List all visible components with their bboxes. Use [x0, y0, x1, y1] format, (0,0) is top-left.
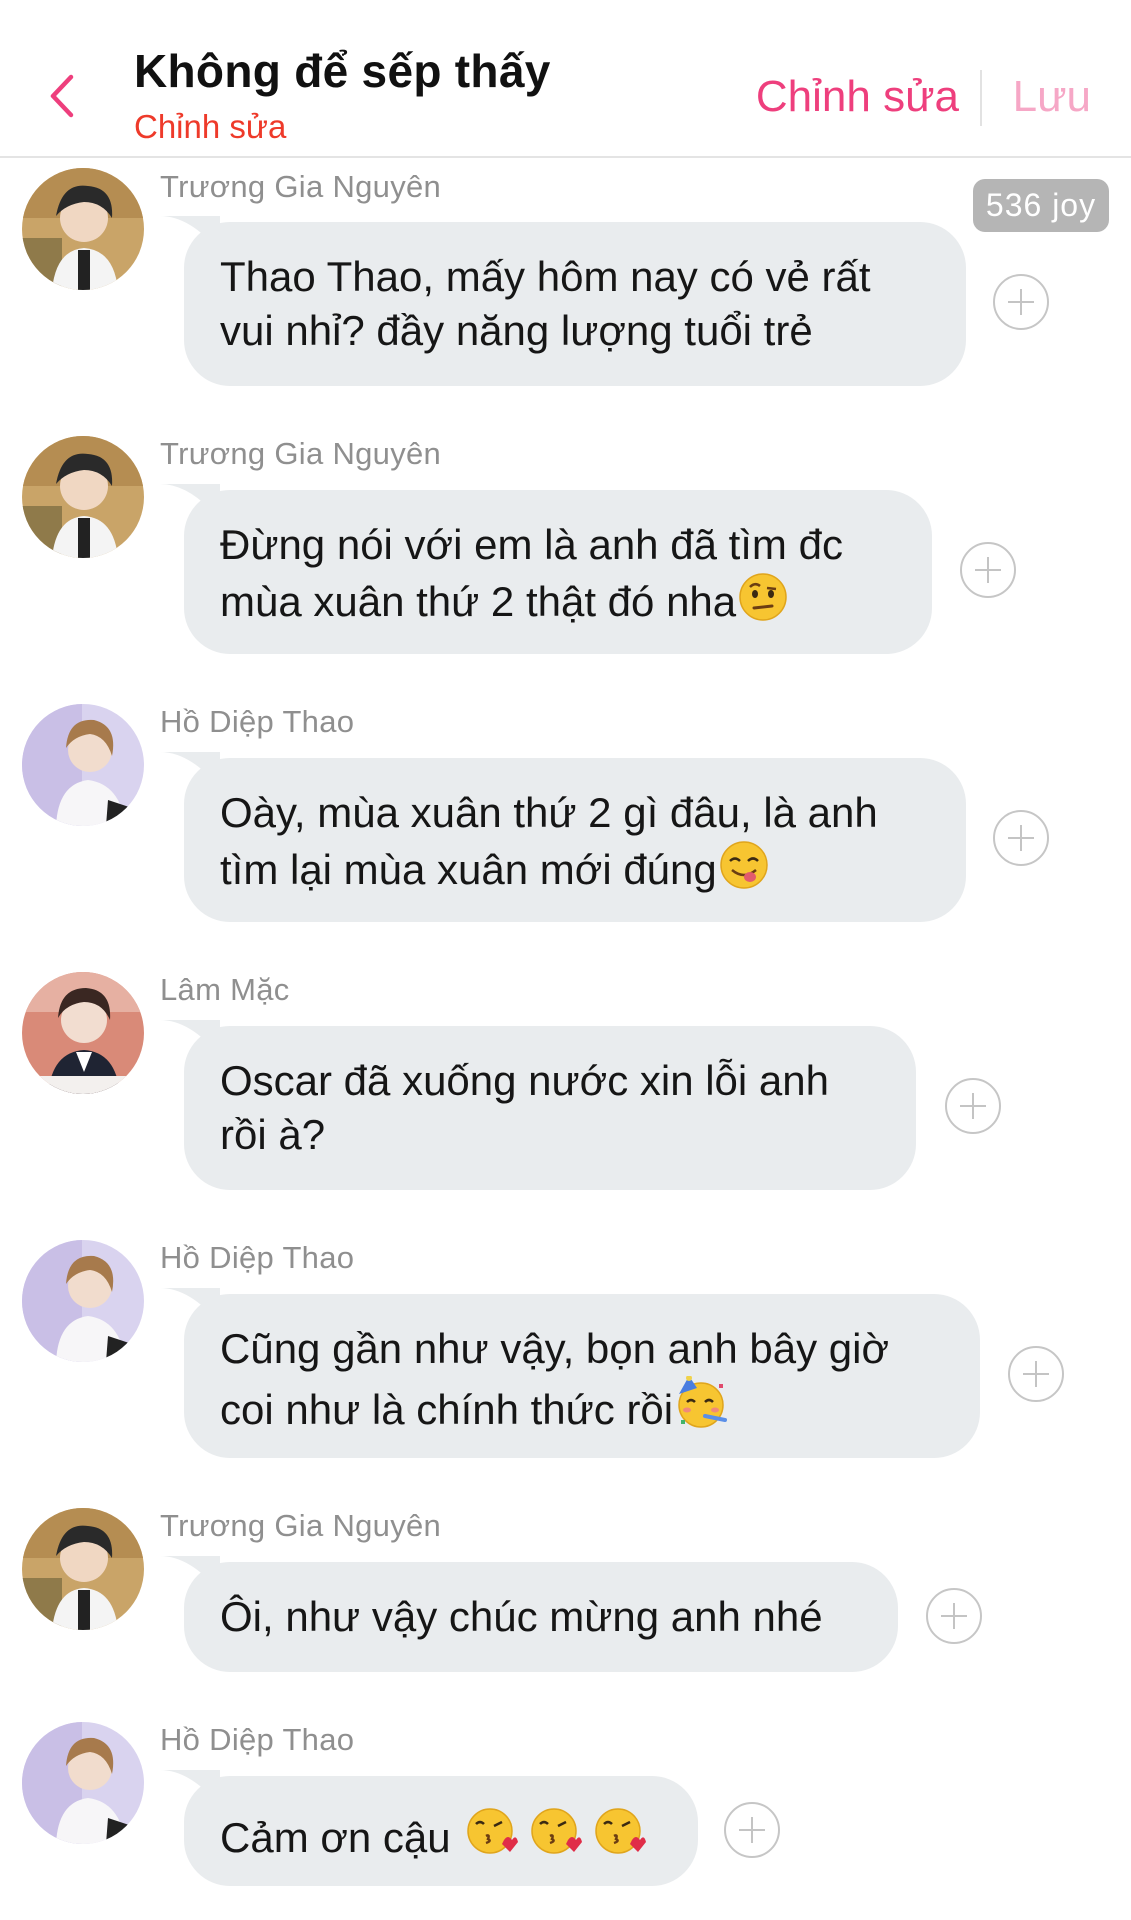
- add-reaction-button[interactable]: [1008, 1346, 1064, 1402]
- joy-count-badge: 536 joy: [973, 179, 1109, 232]
- message-bubble[interactable]: Cảm ơn cậu: [184, 1776, 698, 1886]
- message-bubble[interactable]: Đừng nói với em là anh đã tìm đc mùa xuâ…: [184, 490, 932, 654]
- sender-name: Trương Gia Nguyên: [160, 1508, 442, 1543]
- sender-name: Hồ Diệp Thao: [160, 704, 355, 739]
- top-bar: Không để sếp thấy Chỉnh sửa Chỉnh sửa Lư…: [0, 0, 1131, 158]
- add-reaction-button[interactable]: [960, 542, 1016, 598]
- message-text-line: rồi à?: [220, 1111, 326, 1158]
- add-reaction-button[interactable]: [926, 1588, 982, 1644]
- add-reaction-button[interactable]: [993, 810, 1049, 866]
- avatar[interactable]: [22, 972, 144, 1094]
- message-text-line: vui nhỉ? đầy năng lượng tuổi trẻ: [220, 307, 813, 354]
- message-text-line: Ôi, như vậy chúc mừng anh nhé: [220, 1593, 823, 1640]
- sender-name: Trương Gia Nguyên: [160, 169, 442, 204]
- message-text-line: Cũng gần như vậy, bọn anh bây giờ: [220, 1325, 890, 1372]
- message-bubble[interactable]: Oày, mùa xuân thứ 2 gì đâu, là anh tìm l…: [184, 758, 966, 922]
- message-bubble[interactable]: Thao Thao, mấy hôm nay có vẻ rất vui nhỉ…: [184, 222, 966, 386]
- chevron-left-icon: [50, 74, 74, 118]
- kissing-heart-emoji: [592, 1804, 647, 1871]
- message-text-line: Oày, mùa xuân thứ 2 gì đâu, là anh: [220, 789, 878, 836]
- sender-name: Hồ Diệp Thao: [160, 1722, 355, 1757]
- header-divider: [980, 70, 982, 126]
- add-reaction-button[interactable]: [724, 1802, 780, 1858]
- message-bubble[interactable]: Ôi, như vậy chúc mừng anh nhé: [184, 1562, 898, 1672]
- message-bubble[interactable]: Cũng gần như vậy, bọn anh bây giờ coi nh…: [184, 1294, 980, 1458]
- avatar[interactable]: [22, 1508, 144, 1630]
- message-text-line: mùa xuân thứ 2 thật đó nha: [220, 572, 896, 635]
- message-text-line: coi như là chính thức rồi: [220, 1375, 944, 1443]
- avatar[interactable]: [22, 436, 144, 558]
- sender-name: Hồ Diệp Thao: [160, 1240, 355, 1275]
- message-bubble[interactable]: Oscar đã xuống nước xin lỗi anh rồi à?: [184, 1026, 916, 1190]
- add-reaction-button[interactable]: [945, 1078, 1001, 1134]
- save-button[interactable]: Lưu: [1013, 72, 1091, 122]
- chat-subtitle-edit[interactable]: Chỉnh sửa: [134, 108, 286, 146]
- yum-emoji: [719, 840, 769, 903]
- sender-name: Lâm Mặc: [160, 972, 290, 1007]
- avatar[interactable]: [22, 1722, 144, 1844]
- message-text-line: tìm lại mùa xuân mới đúng: [220, 840, 930, 903]
- chat-title: Không để sếp thấy: [134, 45, 551, 97]
- avatar[interactable]: [22, 168, 144, 290]
- edit-button[interactable]: Chỉnh sửa: [756, 72, 959, 122]
- kissing-heart-emoji: [464, 1804, 519, 1871]
- add-reaction-button[interactable]: [993, 274, 1049, 330]
- avatar[interactable]: [22, 704, 144, 826]
- back-button[interactable]: [40, 68, 84, 124]
- avatar[interactable]: [22, 1240, 144, 1362]
- message-text-line: Thao Thao, mấy hôm nay có vẻ rất: [220, 253, 871, 300]
- message-text-line: Oscar đã xuống nước xin lỗi anh: [220, 1057, 829, 1104]
- kissing-heart-emoji: [528, 1804, 583, 1871]
- party-face-emoji: [675, 1375, 729, 1443]
- raised-eyebrow-emoji: [738, 572, 788, 635]
- message-text-line: Đừng nói với em là anh đã tìm đc: [220, 521, 843, 568]
- message-text-line: Cảm ơn cậu: [220, 1804, 662, 1871]
- sender-name: Trương Gia Nguyên: [160, 436, 442, 471]
